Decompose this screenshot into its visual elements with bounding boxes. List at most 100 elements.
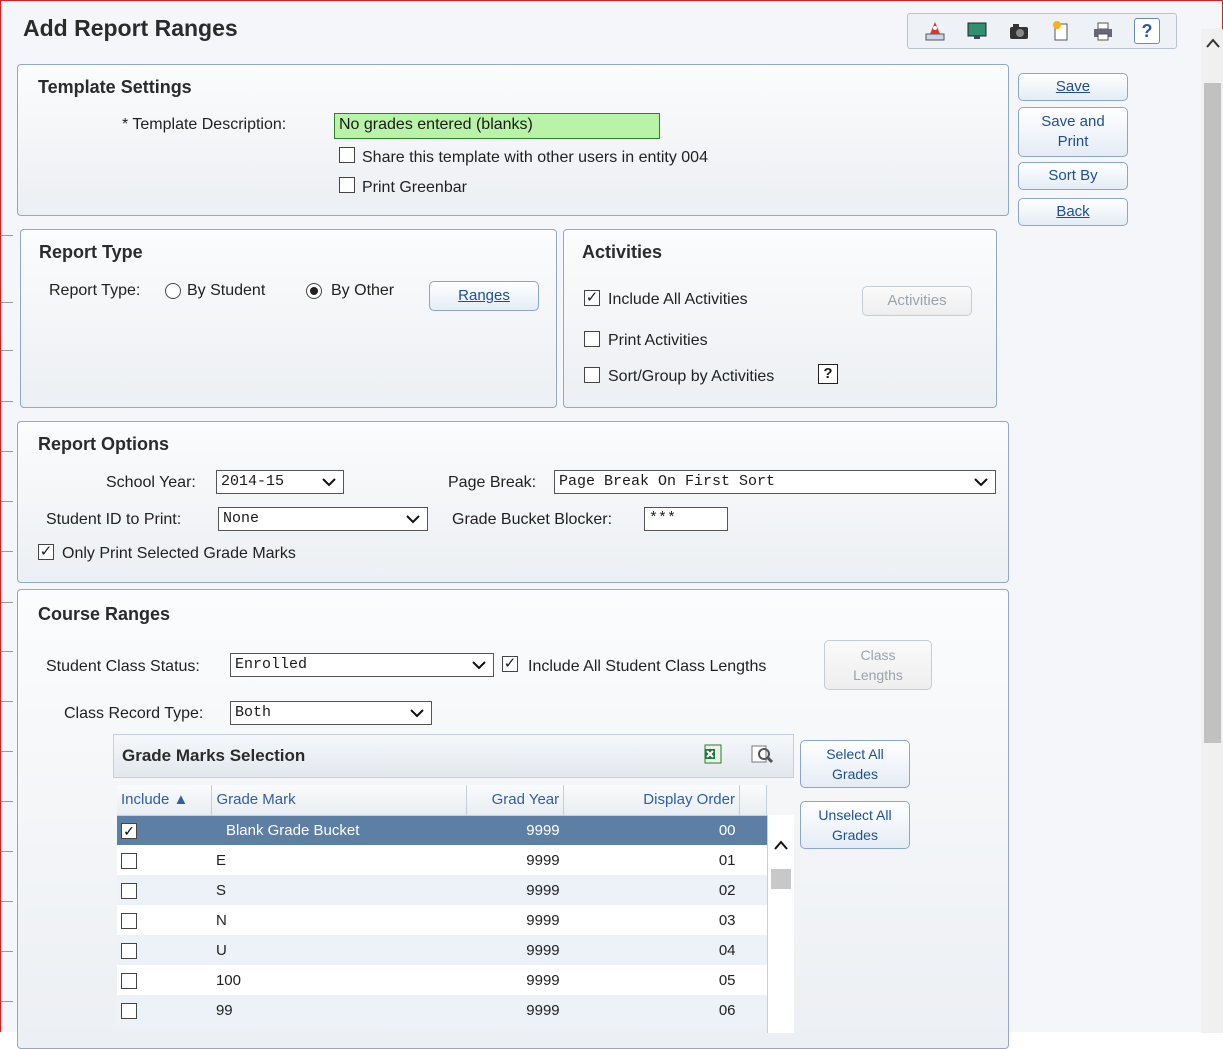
save-and-print-button[interactable]: Save and Print bbox=[1018, 107, 1128, 157]
print-greenbar-checkbox[interactable] bbox=[339, 177, 355, 193]
column-grad-year[interactable]: Grad Year bbox=[466, 785, 565, 816]
back-label: Back bbox=[1056, 203, 1090, 220]
share-template-checkbox[interactable] bbox=[339, 147, 355, 163]
record-type-select[interactable]: Both bbox=[230, 701, 432, 725]
record-type-label: Class Record Type: bbox=[64, 705, 204, 722]
printer-icon[interactable] bbox=[1092, 20, 1114, 42]
print-greenbar-label: Print Greenbar bbox=[362, 179, 467, 196]
page-break-select[interactable]: Page Break On First Sort bbox=[554, 470, 996, 494]
column-include[interactable]: Include ▲ bbox=[117, 785, 213, 816]
grid-scrollbar[interactable] bbox=[767, 815, 794, 1033]
column-grade-mark[interactable]: Grade Mark bbox=[211, 785, 468, 816]
page-scrollbar[interactable] bbox=[1201, 29, 1223, 1033]
new-page-icon[interactable] bbox=[1050, 20, 1072, 42]
select-all-grades-button[interactable]: Select All Grades bbox=[800, 740, 910, 788]
back-button[interactable]: Back bbox=[1018, 198, 1128, 226]
include-checkbox[interactable]: ✓ bbox=[121, 822, 137, 839]
only-selected-marks-label: Only Print Selected Grade Marks bbox=[62, 545, 296, 562]
report-options-panel: Report Options School Year: 2014-15 Page… bbox=[17, 421, 1009, 583]
activities-button[interactable]: Activities bbox=[862, 286, 972, 316]
toolbar: ? bbox=[907, 13, 1177, 49]
template-settings-panel: Template Settings * Template Description… bbox=[17, 64, 1009, 216]
student-id-select[interactable]: None bbox=[218, 507, 428, 531]
ranges-button[interactable]: Ranges bbox=[429, 281, 539, 311]
table-row[interactable]: S 9999 02 bbox=[117, 875, 767, 905]
sort-group-activities-label: Sort/Group by Activities bbox=[608, 368, 775, 385]
table-row[interactable]: N 9999 03 bbox=[117, 905, 767, 935]
include-checkbox[interactable] bbox=[121, 882, 137, 899]
unselect-all-grades-button[interactable]: Unselect All Grades bbox=[800, 801, 910, 849]
activities-help-icon[interactable]: ? bbox=[818, 364, 838, 384]
by-other-radio[interactable] bbox=[306, 283, 322, 299]
class-status-select[interactable]: Enrolled bbox=[230, 653, 494, 677]
class-lengths-label-1: Class bbox=[860, 647, 896, 663]
grade-mark-cell: 99 bbox=[211, 995, 467, 1025]
select-all-label-2: Grades bbox=[832, 766, 878, 782]
spacer-cell bbox=[739, 815, 767, 845]
record-type-value: Both bbox=[235, 704, 272, 721]
print-activities-label: Print Activities bbox=[608, 332, 708, 349]
activities-panel: Activities ✓ Include All Activities Acti… bbox=[563, 229, 997, 408]
by-student-radio[interactable] bbox=[165, 283, 181, 299]
table-row[interactable]: 99 9999 06 bbox=[117, 995, 767, 1025]
include-all-activities-checkbox[interactable]: ✓ bbox=[584, 290, 600, 306]
grade-marks-header: Grade Marks Selection bbox=[113, 734, 794, 778]
chevron-down-icon bbox=[974, 478, 988, 487]
help-icon[interactable]: ? bbox=[1134, 18, 1160, 44]
display-order-cell: 02 bbox=[563, 875, 740, 905]
chevron-down-icon bbox=[322, 478, 336, 487]
report-options-title: Report Options bbox=[38, 434, 169, 454]
page-break-value: Page Break On First Sort bbox=[559, 473, 776, 490]
include-checkbox[interactable] bbox=[121, 1002, 137, 1019]
save-and-print-label-1: Save and bbox=[1041, 113, 1105, 130]
bucket-blocker-input[interactable]: *** bbox=[644, 507, 728, 531]
grade-mark-cell: N bbox=[215, 911, 227, 929]
include-checkbox[interactable] bbox=[121, 972, 137, 989]
table-row[interactable]: 100 9999 05 bbox=[117, 965, 767, 995]
display-order-cell: 04 bbox=[563, 935, 740, 965]
chevron-up-icon[interactable] bbox=[1205, 37, 1221, 49]
table-row[interactable]: U 9999 04 bbox=[117, 935, 767, 965]
grid-scroll-thumb[interactable] bbox=[771, 869, 791, 889]
school-year-select[interactable]: 2014-15 bbox=[216, 470, 344, 494]
save-button[interactable]: Save bbox=[1018, 73, 1128, 101]
table-row[interactable]: E 9999 01 bbox=[117, 845, 767, 875]
camera-icon[interactable] bbox=[1008, 20, 1030, 42]
page-scroll-thumb[interactable] bbox=[1204, 83, 1221, 743]
activities-button-label: Activities bbox=[887, 292, 947, 309]
spacer-cell bbox=[740, 965, 767, 995]
grade-marks-table: Include ▲ Grade Mark Grad Year Display O… bbox=[117, 785, 767, 1025]
grad-year-cell: 9999 bbox=[466, 815, 564, 845]
school-year-value: 2014-15 bbox=[221, 473, 285, 490]
include-checkbox[interactable] bbox=[121, 852, 137, 869]
grade-marks-title: Grade Marks Selection bbox=[122, 746, 306, 765]
only-selected-marks-checkbox[interactable]: ✓ bbox=[38, 544, 54, 560]
spacer-cell bbox=[740, 905, 767, 935]
by-other-label: By Other bbox=[331, 282, 395, 299]
print-activities-checkbox[interactable] bbox=[584, 331, 600, 347]
class-status-label: Student Class Status: bbox=[46, 658, 200, 675]
display-order-cell: 05 bbox=[718, 971, 736, 989]
spacer-cell bbox=[739, 875, 767, 905]
preview-magnifier-icon[interactable] bbox=[750, 743, 774, 770]
display-order-cell: 06 bbox=[563, 995, 740, 1025]
template-description-input[interactable]: No grades entered (blanks) bbox=[334, 113, 660, 139]
report-map-icon[interactable] bbox=[924, 20, 946, 42]
column-display-order[interactable]: Display Order bbox=[563, 785, 740, 816]
class-lengths-button[interactable]: Class Lengths bbox=[824, 640, 932, 690]
template-settings-title: Template Settings bbox=[38, 77, 192, 97]
grad-year-cell: 9999 bbox=[466, 935, 564, 965]
chevron-up-icon[interactable] bbox=[773, 839, 789, 851]
include-checkbox[interactable] bbox=[121, 942, 137, 959]
monitor-icon[interactable] bbox=[966, 20, 988, 42]
chevron-down-icon bbox=[472, 661, 486, 670]
include-checkbox[interactable] bbox=[121, 912, 137, 929]
include-lengths-checkbox[interactable]: ✓ bbox=[502, 656, 518, 672]
by-student-label: By Student bbox=[187, 282, 266, 299]
sort-by-button[interactable]: Sort By bbox=[1018, 162, 1128, 190]
sort-group-activities-checkbox[interactable] bbox=[584, 367, 600, 383]
table-row[interactable]: ✓ Blank Grade Bucket 9999 00 bbox=[117, 815, 767, 845]
excel-export-icon[interactable] bbox=[702, 743, 724, 770]
report-type-label: Report Type: bbox=[49, 282, 141, 299]
chevron-down-icon bbox=[410, 709, 424, 718]
